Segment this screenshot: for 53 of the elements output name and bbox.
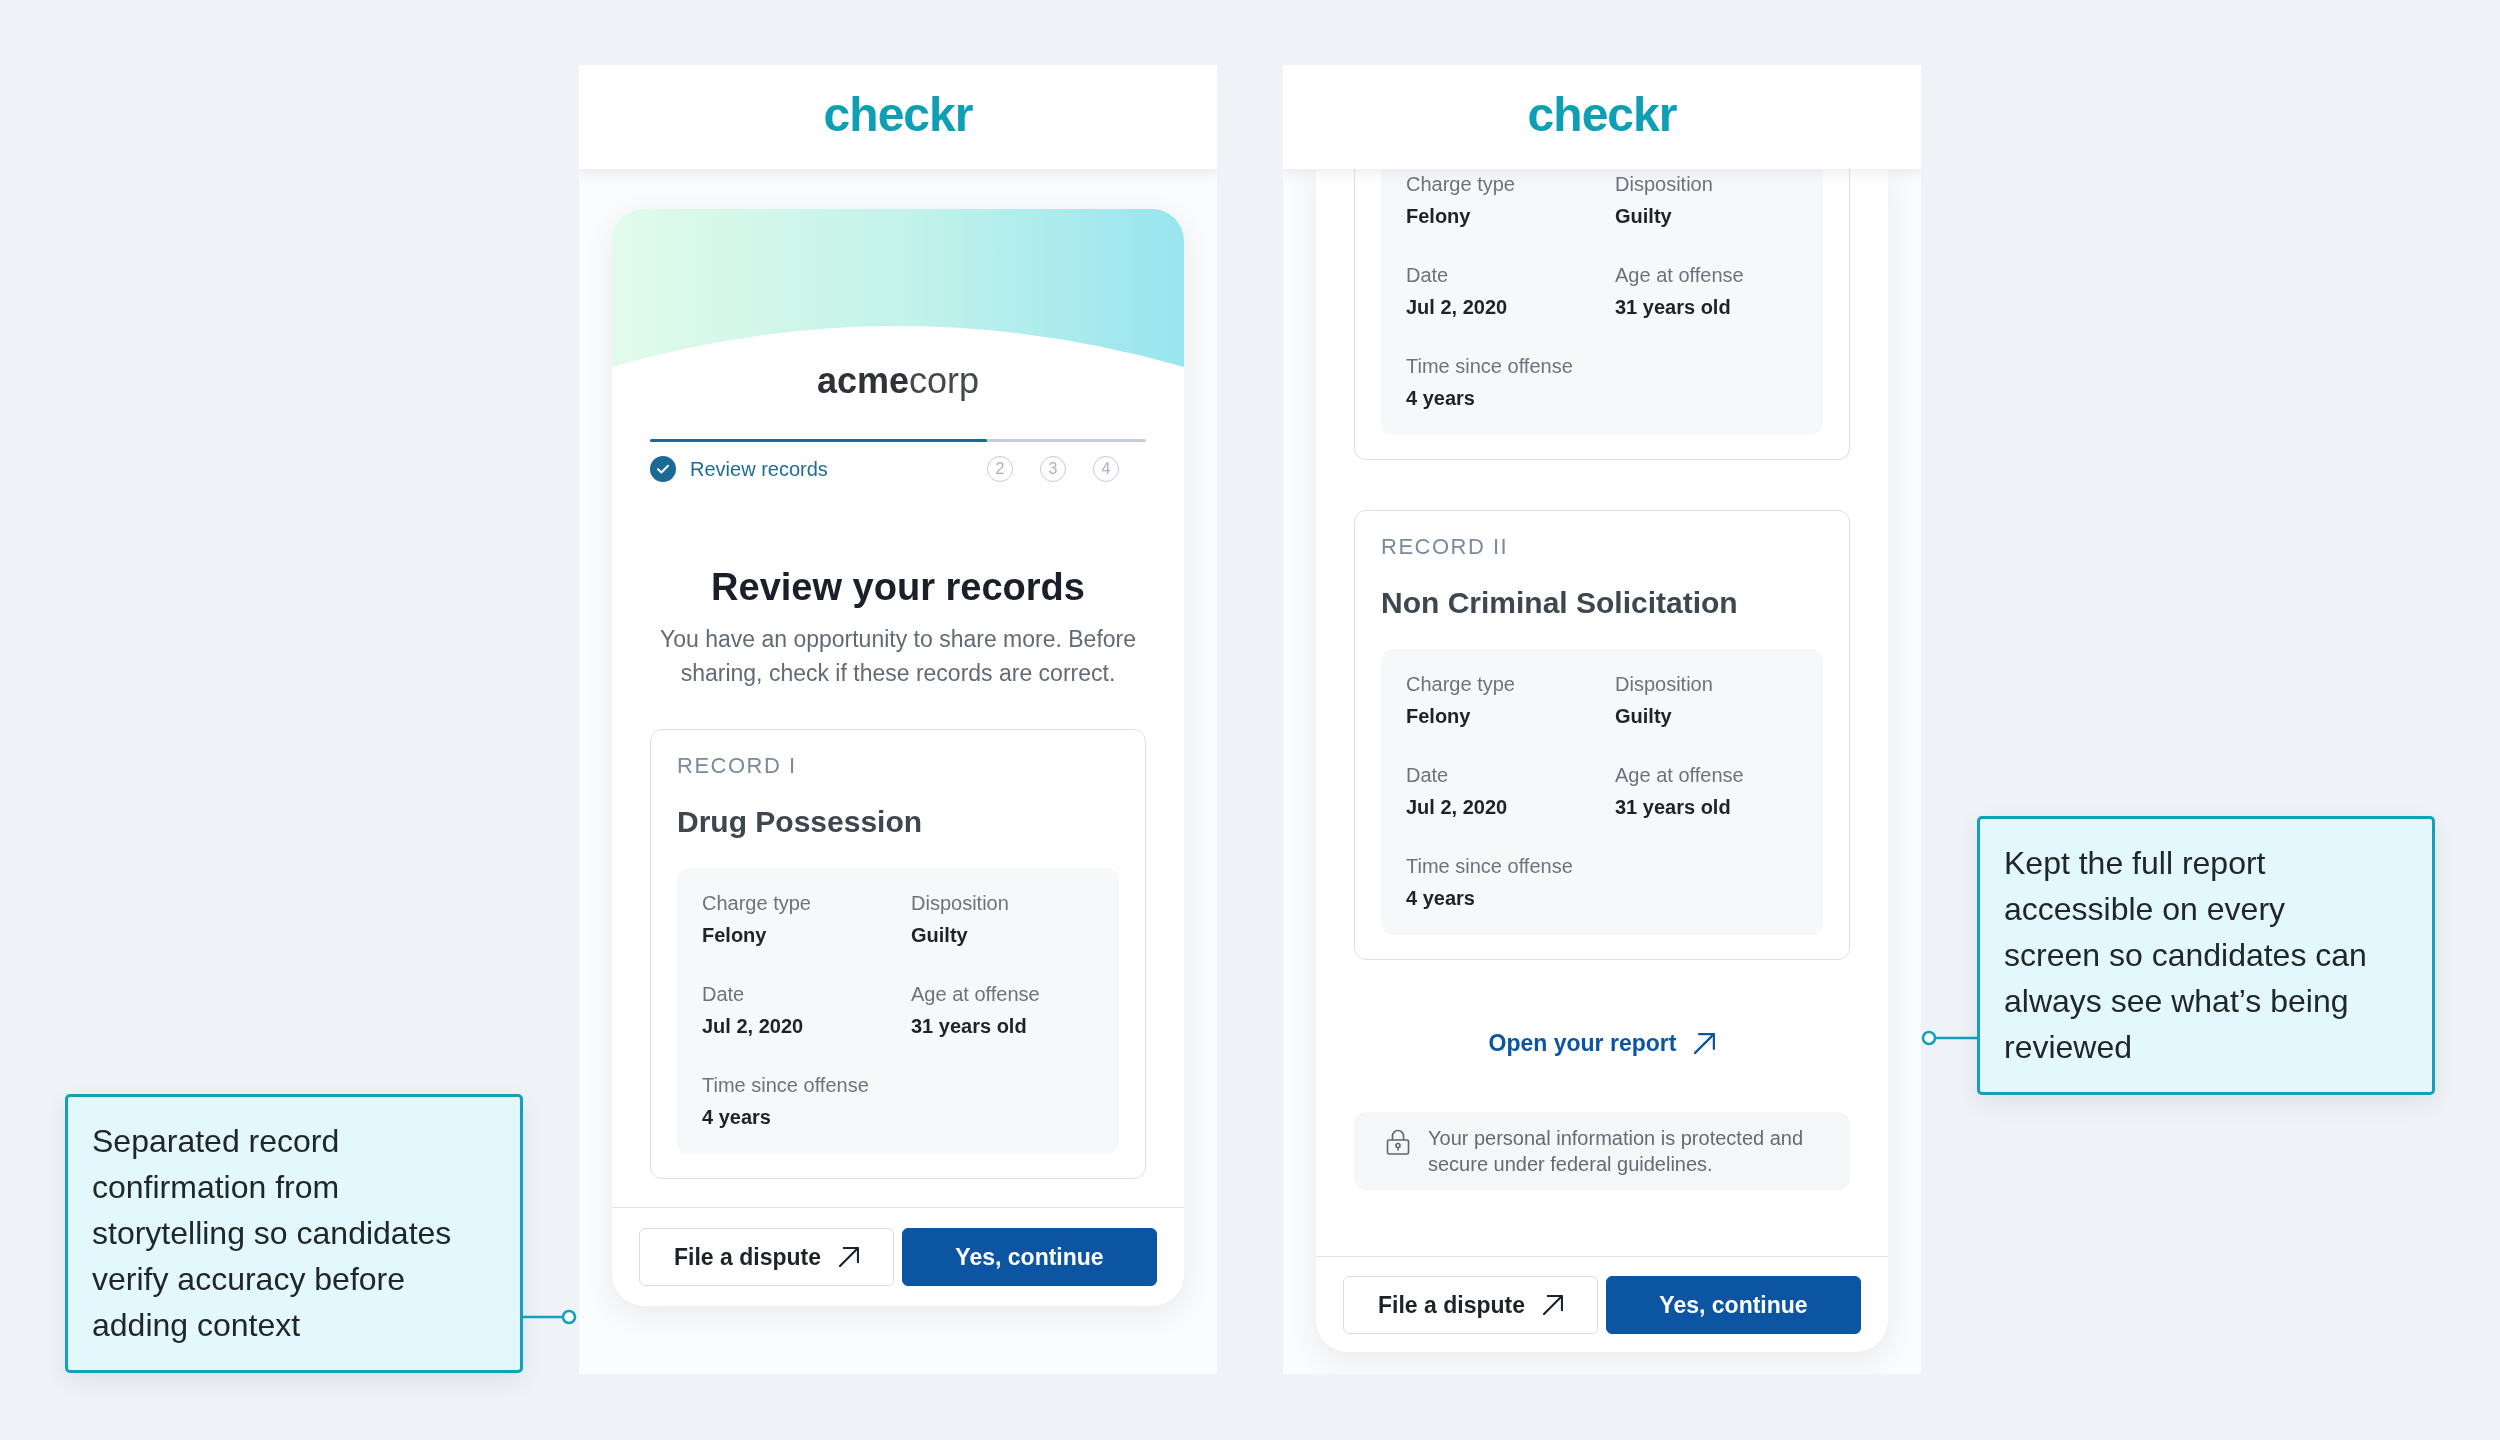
arrow-up-right-icon: [1694, 1032, 1716, 1054]
field-label: Age at offense: [1615, 763, 1745, 788]
arrow-up-right-icon: [1543, 1295, 1563, 1315]
field-value: Felony: [1406, 204, 1472, 229]
field-value: 4 years: [702, 1105, 772, 1130]
dispute-button[interactable]: File a dispute: [639, 1228, 894, 1286]
field-value: Jul 2, 2020: [702, 1014, 805, 1039]
continue-button[interactable]: Yes, continue: [902, 1228, 1157, 1286]
intro-text: You have an opportunity to share more. Before sharing, check if these records are correct.: [658, 625, 1138, 688]
field-label: Charge type: [702, 891, 812, 916]
field-value: Guilty: [911, 923, 969, 948]
field-label: Charge type: [1406, 172, 1516, 197]
page-heading: Review your records: [710, 565, 1086, 609]
field-value: Jul 2, 2020: [1406, 295, 1509, 320]
field-label: Disposition: [1615, 672, 1714, 697]
field-label: Charge type: [1406, 672, 1516, 697]
field-value: Jul 2, 2020: [1406, 795, 1509, 820]
logo-text: checkr: [1527, 91, 1677, 143]
field-value: Felony: [702, 923, 768, 948]
field-value: Guilty: [1615, 704, 1673, 729]
logo-text: checkr: [823, 91, 973, 143]
field-label: Date: [1406, 763, 1450, 788]
continue-button[interactable]: Yes, continue: [1606, 1276, 1861, 1334]
company-logo: acmecorp: [816, 363, 980, 399]
report-link[interactable]: Open your report: [1488, 1028, 1716, 1058]
callout-connector: [523, 1309, 577, 1325]
annotation-callout: Kept the full report accessible on every screen so candidates can always see what’s being reviewed: [1977, 816, 2435, 1095]
annotation-callout: Separated record confirmation from storytelling so candidates verify accuracy before adding context: [65, 1094, 523, 1373]
field-label: Date: [702, 982, 746, 1007]
record-title: Drug Possession: [677, 804, 924, 840]
field-label: Time since offense: [702, 1073, 870, 1098]
field-value: 31 years old: [1615, 795, 1732, 820]
field-label: Disposition: [1615, 172, 1714, 197]
record-number: RECORD I: [677, 752, 798, 780]
field-label: Age at offense: [1615, 263, 1745, 288]
field-value: Felony: [1406, 704, 1472, 729]
privacy-text: Your personal information is protected and secure under federal guidelines.: [1428, 1126, 1805, 1177]
record-number: RECORD II: [1381, 533, 1510, 561]
padlock-icon: [1386, 1129, 1410, 1155]
field-value: 4 years: [1406, 386, 1476, 411]
field-value: Guilty: [1615, 204, 1673, 229]
record-title: Non Criminal Solicitation: [1381, 585, 1739, 621]
arrow-up-right-icon: [839, 1247, 859, 1267]
field-label: Disposition: [911, 891, 1010, 916]
field-label: Date: [1406, 263, 1450, 288]
field-label: Time since offense: [1406, 854, 1574, 879]
dispute-button[interactable]: File a dispute: [1343, 1276, 1598, 1334]
field-label: Age at offense: [911, 982, 1041, 1007]
field-value: 31 years old: [911, 1014, 1028, 1039]
field-value: 31 years old: [1615, 295, 1732, 320]
step-label: Review records: [690, 457, 828, 482]
field-value: 4 years: [1406, 886, 1476, 911]
field-label: Time since offense: [1406, 354, 1574, 379]
